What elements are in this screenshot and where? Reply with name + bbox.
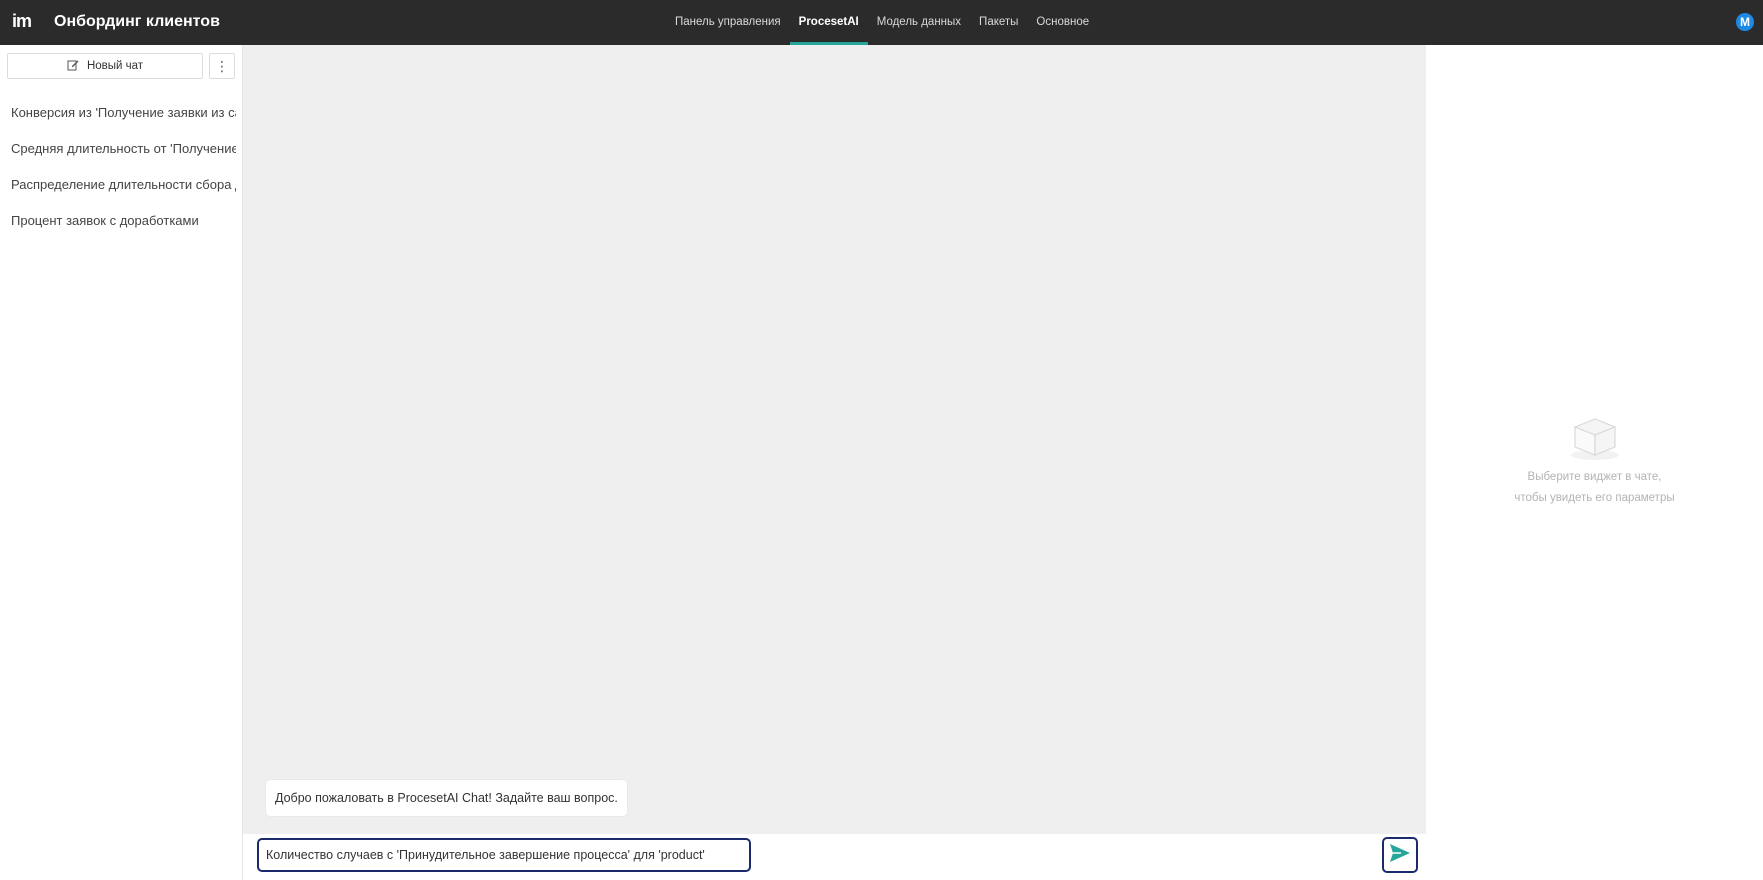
tab-processet-ai[interactable]: ProcesetAI (789, 0, 868, 45)
send-icon (1389, 843, 1411, 868)
avatar[interactable]: M (1736, 13, 1754, 31)
tab-packages[interactable]: Пакеты (970, 0, 1027, 45)
empty-state-text: Выберите виджет в чате, чтобы увидеть ег… (1426, 467, 1763, 509)
new-chat-label: Новый чат (86, 60, 144, 72)
top-bar: im Онбординг клиентов Панель управления … (0, 0, 1763, 45)
more-vertical-icon: ⋮ (215, 57, 229, 74)
app-logo[interactable]: im (12, 11, 32, 32)
tab-main[interactable]: Основное (1027, 0, 1098, 45)
chat-history-item[interactable]: Средняя длительность от 'Получение заявк… (0, 131, 236, 167)
chat-history-item[interactable]: Распределение длительности сбора докумен… (0, 167, 236, 203)
empty-state-line-2: чтобы увидеть его параметры (1514, 492, 1675, 504)
main-nav: Панель управления ProcesetAI Модель данн… (666, 0, 1098, 45)
send-button[interactable] (1382, 837, 1418, 873)
tab-dashboard[interactable]: Панель управления (666, 0, 790, 45)
widget-settings-panel: Выберите виджет в чате, чтобы увидеть ег… (1426, 45, 1763, 880)
tab-data-model[interactable]: Модель данных (868, 0, 970, 45)
app-title: Онбординг клиентов (54, 13, 220, 30)
chat-area: Добро пожаловать в ProcesetAI Chat! Зада… (243, 45, 1426, 880)
welcome-message: Добро пожаловать в ProcesetAI Chat! Зада… (266, 780, 627, 816)
empty-state-line-1: Выберите виджет в чате, (1527, 471, 1662, 483)
more-options-button[interactable]: ⋮ (209, 53, 235, 79)
chat-input[interactable] (257, 838, 1367, 872)
empty-box-icon (1568, 415, 1622, 461)
chat-history-item[interactable]: Процент заявок с доработками (0, 203, 236, 239)
chat-sidebar: Новый чат ⋮ Конверсия из 'Получение заяв… (0, 45, 243, 880)
chat-input-bar (243, 834, 1426, 880)
edit-icon (67, 59, 79, 74)
new-chat-button[interactable]: Новый чат (7, 53, 203, 79)
chat-history-item[interactable]: Конверсия из 'Получение заявки из сайта' (0, 95, 236, 131)
chat-history-list: Конверсия из 'Получение заявки из сайта'… (0, 95, 238, 239)
